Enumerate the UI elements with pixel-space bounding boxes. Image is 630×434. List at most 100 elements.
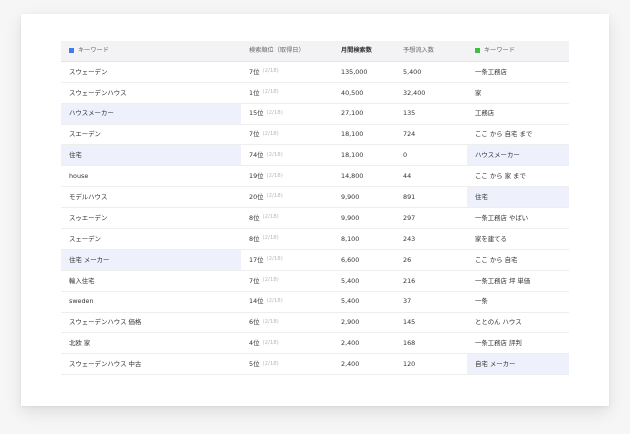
related-keyword-cell[interactable]: 一条工務店 やばい bbox=[467, 208, 569, 228]
table-row[interactable]: ハウスメーカー 15位 (2/18) 27,100 135 工務店 bbox=[61, 103, 569, 125]
related-keyword-cell[interactable]: 工務店 bbox=[467, 104, 569, 124]
rank-date: (2/18) bbox=[262, 68, 279, 75]
volume-cell: 18,100 bbox=[341, 151, 364, 160]
table-row[interactable]: スウェーデンハウス 中古 5位 (2/18) 2,400 120 自宅 メーカー bbox=[61, 354, 569, 376]
traffic-cell: 44 bbox=[403, 172, 412, 181]
rank-cell: 74位 (2/18) bbox=[241, 145, 333, 165]
table-row[interactable]: 北欧 家 4位 (2/18) 2,400 168 一条工務店 評判 bbox=[61, 333, 569, 355]
related-keyword-cell[interactable]: 一条工務店 坪 単価 bbox=[467, 271, 569, 291]
related-keyword-cell[interactable]: ここ から 家 まで bbox=[467, 166, 569, 186]
keyword-cell: 住宅 bbox=[69, 151, 82, 160]
keyword-cell: ハウスメーカー bbox=[69, 109, 114, 118]
rank-value: 8位 bbox=[249, 234, 260, 243]
traffic-cell: 145 bbox=[403, 318, 416, 327]
rank-cell: 7位 (2/18) bbox=[241, 125, 333, 145]
traffic-cell: 243 bbox=[403, 234, 416, 243]
keyword-cell: スウェーデンハウス bbox=[69, 88, 127, 97]
volume-cell: 2,400 bbox=[341, 360, 360, 369]
green-square-icon bbox=[475, 48, 480, 54]
volume-cell: 14,800 bbox=[341, 172, 364, 181]
traffic-cell: 5,400 bbox=[403, 67, 422, 76]
rank-value: 8位 bbox=[249, 213, 260, 222]
rank-cell: 8位 (2/18) bbox=[241, 208, 333, 228]
table-row[interactable]: スウェーデン 7位 (2/18) 135,000 5,400 一条工務店 bbox=[61, 62, 569, 83]
table-row[interactable]: スェーデン 8位 (2/18) 8,100 243 家を建てる bbox=[61, 229, 569, 250]
traffic-cell: 0 bbox=[403, 151, 408, 160]
traffic-cell: 32,400 bbox=[403, 88, 426, 97]
table-row[interactable]: house 19位 (2/18) 14,800 44 ここ から 家 まで bbox=[61, 166, 569, 188]
rank-cell: 6位 (2/18) bbox=[241, 313, 333, 333]
keyword-cell: 北欧 家 bbox=[69, 339, 91, 348]
rank-value: 7位 bbox=[249, 130, 260, 139]
related-keyword-cell[interactable]: ハウスメーカー bbox=[467, 145, 569, 166]
keyword-cell: スウェーデンハウス 中古 bbox=[69, 360, 142, 369]
keyword-table: キーワード 検索順位（取得日） 月間検索数 予想流入数 キーワード スウェーデン… bbox=[61, 41, 569, 376]
table-row[interactable]: スエーデン 7位 (2/18) 18,100 724 ここ から 自宅 まで bbox=[61, 125, 569, 146]
rank-date: (2/18) bbox=[262, 214, 279, 221]
rank-date: (2/18) bbox=[266, 297, 283, 304]
rank-value: 74位 bbox=[249, 151, 264, 160]
volume-cell: 135,000 bbox=[341, 67, 368, 76]
volume-cell: 9,900 bbox=[341, 192, 360, 201]
keyword-cell: モデルハウス bbox=[69, 192, 108, 201]
rank-value: 15位 bbox=[249, 109, 264, 118]
related-keyword-cell[interactable]: ととのん ハウス bbox=[467, 313, 569, 333]
related-keyword-cell[interactable]: 一条工務店 bbox=[467, 62, 569, 82]
related-keyword-cell[interactable]: 住宅 bbox=[467, 187, 569, 208]
rank-date: (2/18) bbox=[266, 109, 283, 116]
table-row[interactable]: 住宅 74位 (2/18) 18,100 0 ハウスメーカー bbox=[61, 145, 569, 167]
keyword-cell: 輸入住宅 bbox=[69, 276, 95, 285]
rank-value: 19位 bbox=[249, 172, 264, 181]
keyword-cell: スエーデン bbox=[69, 130, 101, 139]
volume-cell: 6,600 bbox=[341, 255, 360, 264]
rank-value: 5位 bbox=[249, 360, 260, 369]
table-row[interactable]: スゥエーデン 8位 (2/18) 9,900 297 一条工務店 やばい bbox=[61, 208, 569, 230]
volume-cell: 2,900 bbox=[341, 318, 360, 327]
header-keyword[interactable]: キーワード bbox=[61, 41, 241, 61]
rank-date: (2/18) bbox=[262, 89, 279, 96]
traffic-cell: 724 bbox=[403, 130, 416, 139]
rank-date: (2/18) bbox=[266, 193, 283, 200]
related-keyword-cell[interactable]: ここ から 自宅 まで bbox=[467, 125, 569, 145]
rank-date: (2/18) bbox=[266, 151, 283, 158]
rank-date: (2/18) bbox=[266, 256, 283, 263]
traffic-cell: 120 bbox=[403, 360, 416, 369]
volume-cell: 18,100 bbox=[341, 130, 364, 139]
table-row[interactable]: スウェーデンハウス 1位 (2/18) 40,500 32,400 家 bbox=[61, 83, 569, 104]
header-volume[interactable]: 月間検索数 bbox=[333, 41, 395, 61]
rank-cell: 8位 (2/18) bbox=[241, 229, 333, 249]
table-row[interactable]: モデルハウス 20位 (2/18) 9,900 891 住宅 bbox=[61, 187, 569, 209]
rank-cell: 4位 (2/18) bbox=[241, 333, 333, 353]
related-keyword-cell[interactable]: 家を建てる bbox=[467, 229, 569, 249]
related-keyword-cell[interactable]: 自宅 メーカー bbox=[467, 354, 569, 375]
related-keyword-cell[interactable]: 一条 bbox=[467, 292, 569, 312]
volume-cell: 5,400 bbox=[341, 297, 360, 306]
table-row[interactable]: 輸入住宅 7位 (2/18) 5,400 216 一条工務店 坪 単価 bbox=[61, 271, 569, 292]
related-keyword-cell[interactable]: ここ から 自宅 bbox=[467, 250, 569, 270]
volume-cell: 5,400 bbox=[341, 276, 360, 285]
keyword-cell: スウェーデン bbox=[69, 67, 108, 76]
rank-cell: 5位 (2/18) bbox=[241, 354, 333, 374]
related-keyword-cell[interactable]: 一条工務店 評判 bbox=[467, 333, 569, 353]
table-row[interactable]: スウェーデンハウス 価格 6位 (2/18) 2,900 145 ととのん ハウス bbox=[61, 313, 569, 334]
rank-value: 4位 bbox=[249, 339, 260, 348]
related-keyword-cell[interactable]: 家 bbox=[467, 83, 569, 103]
volume-cell: 8,100 bbox=[341, 234, 360, 243]
header-rank[interactable]: 検索順位（取得日） bbox=[241, 41, 333, 61]
table-row[interactable]: sweden 14位 (2/18) 5,400 37 一条 bbox=[61, 292, 569, 313]
rank-value: 14位 bbox=[249, 297, 264, 306]
keyword-cell: スェーデン bbox=[69, 234, 101, 243]
header-traffic[interactable]: 予想流入数 bbox=[395, 41, 467, 61]
traffic-cell: 26 bbox=[403, 255, 412, 264]
traffic-cell: 297 bbox=[403, 213, 416, 222]
table-card: キーワード 検索順位（取得日） 月間検索数 予想流入数 キーワード スウェーデン… bbox=[21, 14, 609, 406]
table-body: スウェーデン 7位 (2/18) 135,000 5,400 一条工務店 スウェーデンハウス… bbox=[61, 62, 569, 376]
traffic-cell: 135 bbox=[403, 109, 416, 118]
rank-date: (2/18) bbox=[262, 318, 279, 325]
rank-cell: 20位 (2/18) bbox=[241, 187, 333, 207]
header-related-keyword[interactable]: キーワード bbox=[467, 41, 569, 61]
table-row[interactable]: 住宅 メーカー 17位 (2/18) 6,600 26 ここ から 自宅 bbox=[61, 249, 569, 271]
keyword-cell: sweden bbox=[69, 297, 94, 306]
rank-cell: 15位 (2/18) bbox=[241, 104, 333, 124]
rank-value: 7位 bbox=[249, 276, 260, 285]
